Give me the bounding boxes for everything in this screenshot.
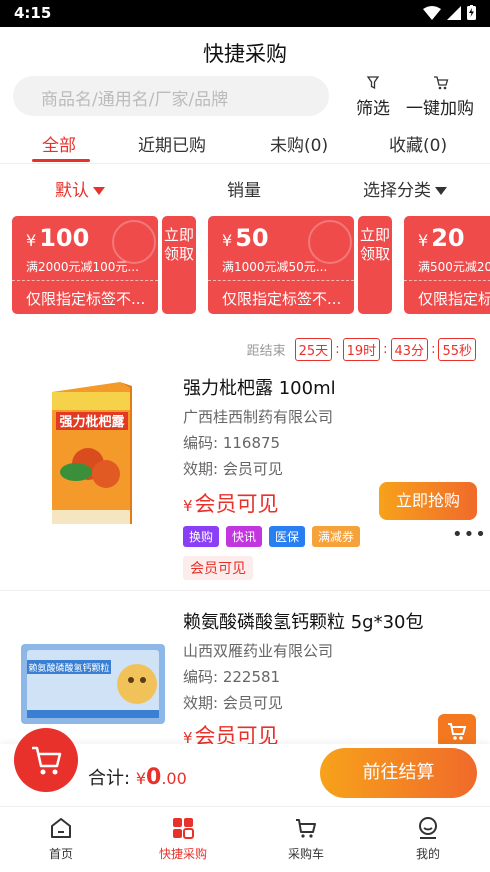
filter-tabs: 全部 近期已购 未购(0) 收藏(0) [0, 126, 490, 164]
filter-icon [366, 76, 380, 90]
nav-quick-purchase-label: 快捷采购 [158, 847, 207, 861]
product-expiry: 效期: 会员可见 [183, 460, 283, 478]
coupon-note: 仅限指定标签不... [26, 290, 146, 308]
product-name[interactable]: 赖氨酸磷酸氢钙颗粒 5g*30包 [183, 608, 424, 634]
filter-label: 筛选 [356, 99, 390, 119]
page-title: 快捷采购 [203, 42, 287, 66]
svg-text:强力枇杷露: 强力枇杷露 [59, 414, 125, 430]
sort-default[interactable]: 默认 [55, 176, 105, 201]
caret-down-icon [93, 187, 105, 195]
home-icon [51, 818, 71, 838]
coupon-condition: 满2000元减100元... [26, 260, 139, 274]
battery-icon [467, 5, 476, 20]
coupon-amount: ¥100 [26, 224, 90, 252]
tab-active-indicator [32, 159, 90, 162]
tag-insurance: 医保 [269, 526, 306, 547]
countdown-label: 距结束 [246, 344, 286, 359]
bottom-nav: 首页 快捷采购 采购车 我的 [0, 806, 490, 872]
product-divider [0, 590, 490, 591]
status-bar: 4:15 [0, 0, 490, 27]
coupon-condition: 满1000元减50元... [222, 260, 328, 274]
coupon-body: ¥50 满1000元减50元... 仅限指定标签不... [208, 216, 354, 314]
coupon-divider [12, 280, 158, 281]
cart-icon [296, 819, 316, 838]
tag-news: 快讯 [226, 526, 263, 547]
nav-profile-label: 我的 [415, 847, 440, 861]
add-all-button[interactable]: 一键加购 [404, 74, 476, 119]
product-tags: 换购 快讯 医保 满减券 [183, 526, 361, 547]
nav-purchase-cart[interactable]: 采购车 [261, 815, 351, 862]
product-maker: 广西桂西制药有限公司 [183, 408, 334, 426]
tab-all[interactable]: 全部 [42, 131, 76, 156]
coupon-card[interactable]: ¥20 满500元减20 仅限指定标 [404, 216, 490, 314]
sort-category[interactable]: 选择分类 [363, 176, 447, 201]
coupon-strip[interactable]: ¥100 满2000元减100元... 仅限指定标签不... 立即领取 ¥50 … [12, 216, 490, 316]
coupon-body: ¥20 满500元减20 仅限指定标 [404, 216, 490, 314]
cart-button[interactable] [14, 728, 78, 792]
coupon-divider [208, 280, 354, 281]
grid-icon [173, 818, 194, 839]
status-icons [423, 5, 476, 20]
countdown-days: 25天 [294, 338, 333, 361]
cart-icon [434, 76, 449, 90]
tab-favorites[interactable]: 收藏(0) [389, 131, 447, 156]
total-value: ¥0.00 [135, 765, 187, 790]
buy-now-button[interactable]: 立即抢购 [379, 482, 477, 520]
nav-home[interactable]: 首页 [16, 815, 106, 862]
sort-sales[interactable]: 销量 [227, 176, 261, 201]
search-input[interactable]: 商品名/通用名/厂家/品牌 [13, 76, 329, 116]
filter-button[interactable]: 筛选 [355, 74, 391, 119]
promo-countdown: 距结束 25天 : 19时 : 43分 : 55秒 [247, 338, 476, 361]
coupon-note: 仅限指定标签不... [222, 290, 342, 308]
coupon-amount: ¥20 [418, 224, 465, 252]
coupon-card[interactable]: ¥50 满1000元减50元... 仅限指定标签不... 立即领取 [208, 216, 392, 314]
caret-down-icon [435, 187, 447, 195]
add-all-label: 一键加购 [406, 99, 474, 119]
member-visible-badge: 会员可见 [183, 556, 253, 580]
sort-default-label: 默认 [55, 181, 89, 201]
nav-quick-purchase[interactable]: 快捷采购 [138, 815, 228, 862]
product-name[interactable]: 强力枇杷露 100ml [183, 374, 336, 400]
coupon-condition: 满500元减20 [418, 260, 490, 274]
tab-not-purchased[interactable]: 未购(0) [270, 131, 328, 156]
product-price: ¥会员可见 [183, 492, 279, 516]
product-expiry: 效期: 会员可见 [183, 694, 283, 712]
sort-bar: 默认 销量 选择分类 [0, 176, 490, 204]
countdown-seconds: 55秒 [438, 338, 476, 361]
claim-coupon-button[interactable]: 立即领取 [162, 216, 196, 314]
total-label: 合计: [88, 768, 131, 789]
nav-home-label: 首页 [48, 847, 73, 861]
product-image[interactable]: 赖氨酸磷酸氢钙颗粒 [18, 640, 168, 730]
search-placeholder: 商品名/通用名/厂家/品牌 [41, 90, 229, 110]
tag-exchange: 换购 [183, 526, 220, 547]
status-time: 4:15 [14, 4, 52, 22]
product-image[interactable]: 强力枇杷露 [18, 374, 168, 524]
wifi-icon [423, 5, 441, 20]
cart-icon [448, 723, 467, 740]
product-code: 编码: 116875 [183, 434, 281, 452]
coupon-body: ¥100 满2000元减100元... 仅限指定标签不... [12, 216, 158, 314]
coupon-divider [404, 280, 490, 281]
nav-profile[interactable]: 我的 [383, 815, 473, 862]
tab-recent-purchased[interactable]: 近期已购 [138, 131, 206, 156]
product-code: 编码: 222581 [183, 668, 281, 686]
countdown-minutes: 43分 [390, 338, 429, 361]
countdown-hours: 19时 [342, 338, 381, 361]
nav-purchase-cart-label: 采购车 [287, 847, 324, 861]
cart-total: 合计: ¥0.00 [88, 764, 187, 790]
sort-category-label: 选择分类 [363, 181, 431, 201]
more-options-icon[interactable]: ••• [452, 524, 487, 545]
product-maker: 山西双雁药业有限公司 [183, 642, 334, 660]
checkout-button[interactable]: 前往结算 [320, 748, 477, 798]
tag-discount-coupon: 满减券 [312, 526, 361, 547]
add-to-cart-button[interactable] [438, 714, 476, 748]
user-icon [419, 817, 437, 839]
svg-text:赖氨酸磷酸氢钙颗粒: 赖氨酸磷酸氢钙颗粒 [28, 662, 109, 674]
signal-icon [447, 5, 461, 20]
claim-coupon-button[interactable]: 立即领取 [358, 216, 392, 314]
coupon-card[interactable]: ¥100 满2000元减100元... 仅限指定标签不... 立即领取 [12, 216, 196, 314]
coupon-note: 仅限指定标 [418, 290, 490, 308]
coupon-amount: ¥50 [222, 224, 269, 252]
cart-icon [32, 746, 62, 775]
